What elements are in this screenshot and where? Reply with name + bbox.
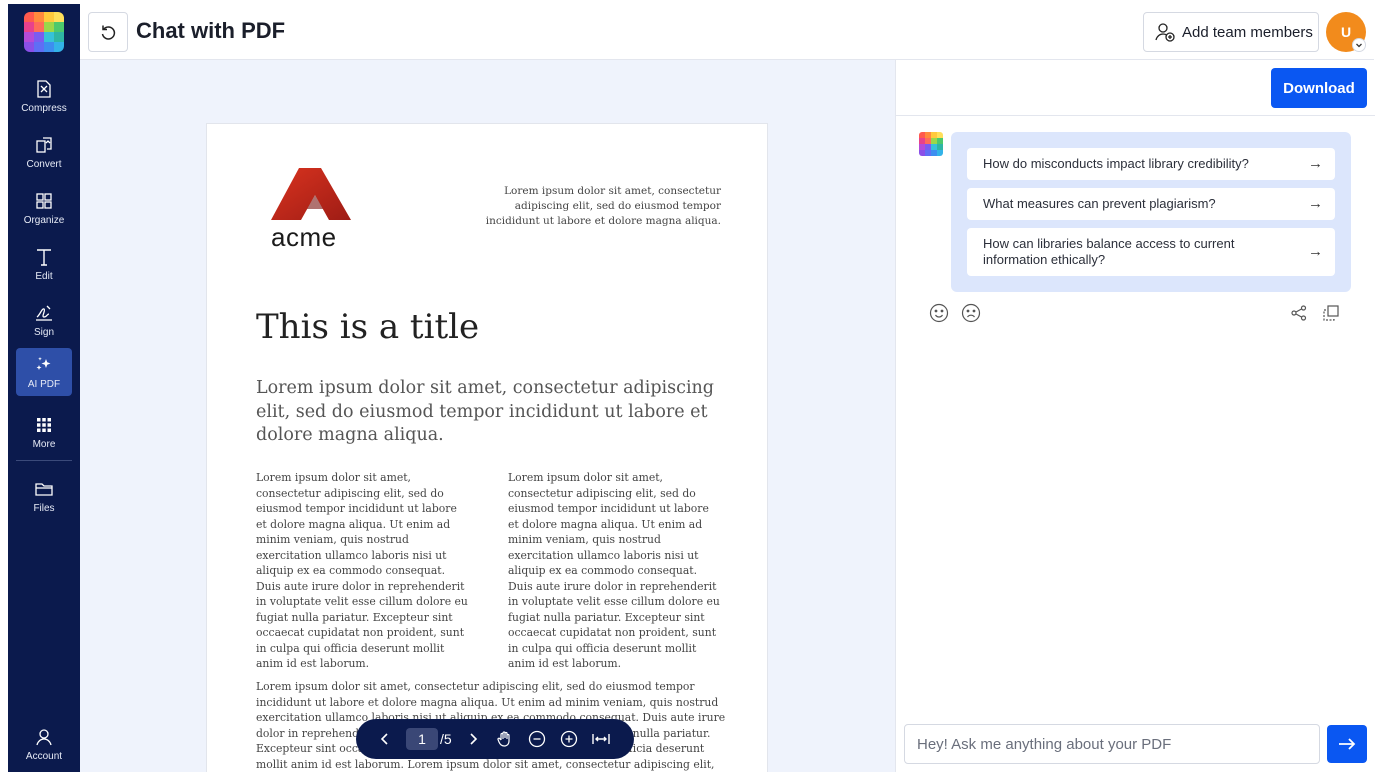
copy-icon (1323, 305, 1339, 321)
suggestion-text: What measures can prevent plagiarism? (983, 196, 1216, 211)
chevron-left-icon (380, 733, 388, 745)
chat-panel: Download How do misconducts impact libra… (895, 60, 1375, 772)
page-title: Chat with PDF (136, 18, 286, 43)
fit-width-button[interactable] (590, 728, 612, 750)
sidebar-item-label: Edit (35, 270, 53, 282)
acme-logo-text: acme (271, 222, 337, 252)
avatar-initial: U (1340, 24, 1352, 40)
smile-icon (929, 303, 949, 323)
sidebar-item-label: Convert (26, 158, 62, 170)
grid-dots-icon (37, 417, 51, 432)
sidebar-item-convert[interactable]: Convert (16, 128, 72, 176)
zoom-out-icon (528, 730, 545, 748)
sidebar-item-files[interactable]: Files (16, 472, 72, 520)
arrow-right-icon: → (1308, 155, 1323, 172)
sidebar-item-sign[interactable]: Sign (16, 296, 72, 344)
fit-width-icon (591, 734, 610, 744)
acme-logo-icon (271, 168, 351, 220)
sidebar-item-label: Organize (23, 214, 65, 226)
chevron-down-icon[interactable] (1352, 38, 1366, 52)
zoom-out-button[interactable] (526, 728, 548, 750)
arrow-right-icon: → (1308, 243, 1323, 260)
sidebar-item-edit[interactable]: Edit (16, 240, 72, 288)
app-window: Compress Convert Organize Edit Sign AI P… (8, 4, 1375, 772)
assistant-logo-icon (919, 132, 943, 156)
thumbs-down-button[interactable] (960, 302, 982, 324)
chat-input-container (904, 724, 1320, 764)
sidebar-item-organize[interactable]: Organize (16, 184, 72, 232)
folder-icon (35, 482, 53, 496)
viewer-toolbar: 1 /5 (356, 719, 634, 759)
document-column-left: Lorem ipsum dolor sit amet, consectetur … (256, 471, 468, 670)
document-lead: Lorem ipsum dolor sit amet, consectetur … (256, 378, 715, 445)
sidebar-item-label: More (32, 438, 56, 450)
share-button[interactable] (1288, 302, 1310, 324)
sidebar: Compress Convert Organize Edit Sign AI P… (8, 4, 80, 772)
undo-icon (101, 25, 116, 40)
add-team-members-button[interactable]: Add team members (1143, 12, 1319, 52)
download-button[interactable]: Download (1271, 68, 1367, 108)
zoom-in-icon (560, 730, 577, 748)
document-header-text: Lorem ipsum dolor sit amet, consectetur … (485, 185, 721, 227)
suggestion-text: How can libraries balance access to curr… (983, 236, 1235, 267)
undo-button[interactable] (88, 12, 128, 52)
sparkles-icon (36, 356, 51, 370)
send-button[interactable] (1327, 725, 1367, 763)
app-logo[interactable] (24, 12, 64, 52)
organize-icon (36, 192, 52, 209)
sidebar-item-label: AI PDF (27, 378, 61, 390)
thumbs-up-button[interactable] (928, 302, 950, 324)
document-title: This is a title (256, 307, 480, 347)
edit-text-icon (37, 248, 51, 266)
pdf-page: acme Lorem ipsum dolor sit amet, consect… (206, 123, 768, 772)
share-icon (1291, 305, 1307, 321)
sidebar-item-label: Sign (33, 326, 54, 338)
chat-input[interactable] (905, 725, 1319, 763)
sidebar-item-ai-pdf[interactable]: AI PDF (16, 348, 72, 396)
suggestions-box: How do misconducts impact library credib… (951, 132, 1351, 292)
sidebar-item-label: Account (25, 750, 63, 762)
page-total: /5 (440, 731, 452, 747)
suggestion-text: How do misconducts impact library credib… (983, 156, 1249, 171)
sidebar-divider (16, 460, 72, 461)
sidebar-item-label: Compress (21, 102, 67, 114)
compress-icon (37, 79, 51, 98)
page-number-input[interactable]: 1 (406, 728, 438, 750)
add-team-members-label: Add team members (1182, 23, 1313, 41)
document-column-right: Lorem ipsum dolor sit amet, consectetur … (508, 471, 720, 670)
top-header: Chat with PDF Add team members U (80, 4, 1374, 60)
sidebar-item-compress[interactable]: Compress (16, 72, 72, 120)
hand-icon (497, 731, 510, 747)
suggestion-item[interactable]: What measures can prevent plagiarism? → (967, 188, 1335, 220)
pan-tool-button[interactable] (494, 728, 516, 750)
sidebar-item-label: Files (33, 502, 55, 514)
copy-button[interactable] (1320, 302, 1342, 324)
signature-icon (36, 305, 52, 321)
previous-page-button[interactable] (374, 728, 396, 750)
convert-icon (36, 136, 52, 153)
suggestion-item[interactable]: How can libraries balance access to curr… (967, 228, 1335, 276)
suggestion-item[interactable]: How do misconducts impact library credib… (967, 148, 1335, 180)
arrow-right-icon: → (1308, 195, 1323, 212)
next-page-button[interactable] (462, 728, 484, 750)
sidebar-item-account[interactable]: Account (16, 720, 72, 768)
pdf-viewer[interactable]: acme Lorem ipsum dolor sit amet, consect… (80, 60, 895, 772)
arrow-right-icon (1339, 738, 1356, 750)
chat-header: Download (896, 60, 1375, 116)
frown-icon (961, 303, 981, 323)
chevron-right-icon (470, 733, 477, 745)
zoom-in-button[interactable] (558, 728, 580, 750)
user-icon (36, 728, 52, 745)
add-user-icon (1155, 23, 1175, 42)
sidebar-item-more[interactable]: More (16, 408, 72, 456)
